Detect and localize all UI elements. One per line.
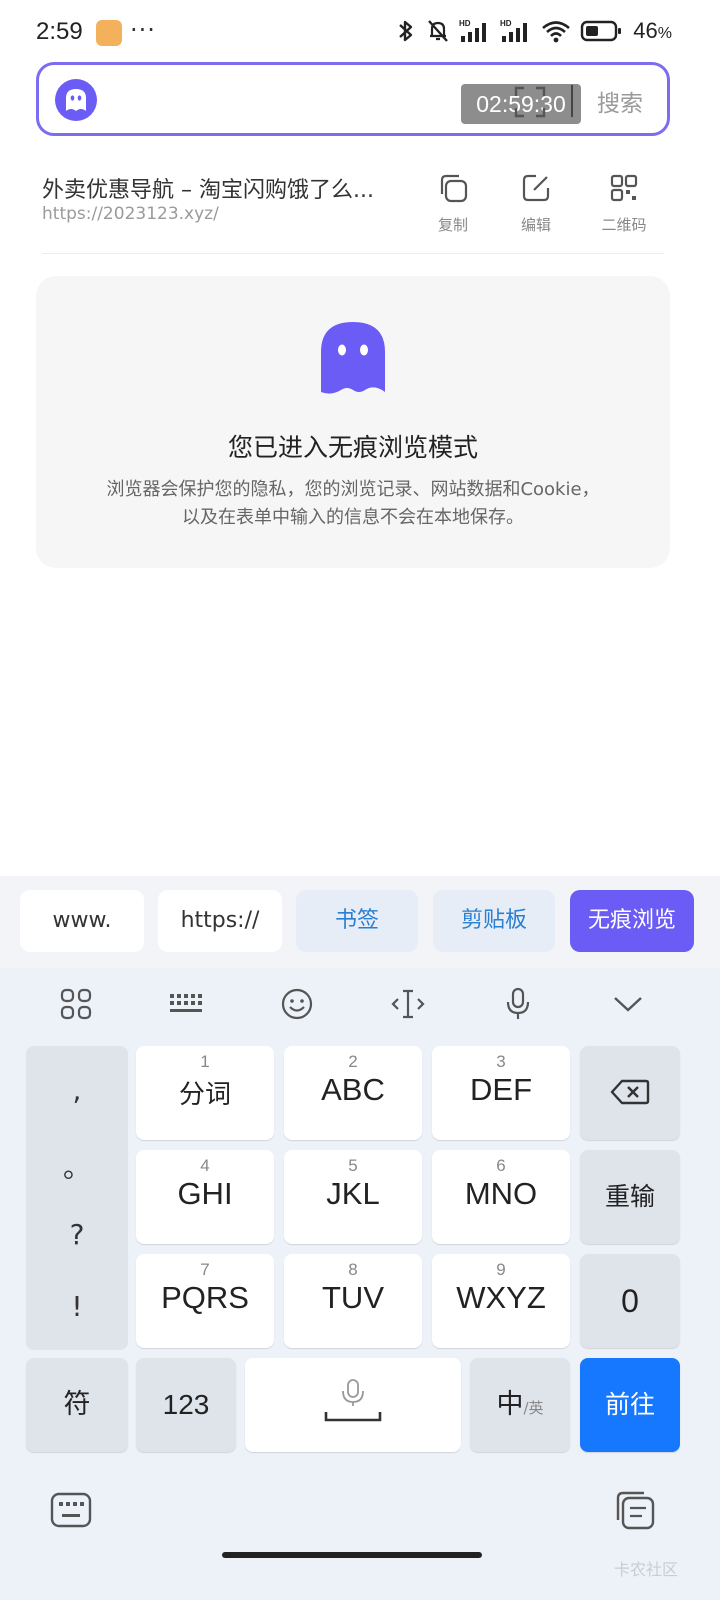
backspace-key[interactable] [580,1046,680,1140]
address-bar[interactable]: 02:59:30 搜索 [36,62,670,136]
qrcode-button[interactable]: 二维码 [589,172,659,235]
status-icons: HD HD 46% [395,18,672,44]
voice-input-icon[interactable] [498,984,538,1024]
watermark: 卡农社区 [614,1560,679,1579]
clipboard-suggestion[interactable]: 外卖优惠导航 – 淘宝闪购饿了么... https://2023123.xyz/… [42,166,664,254]
punct-comma[interactable]: , [26,1074,128,1107]
edit-icon [522,174,550,202]
copy-icon [440,174,468,203]
app-notification-icon [96,20,122,46]
emoji-icon[interactable] [277,984,317,1024]
numbers-key[interactable]: 123 [136,1358,236,1452]
space-key[interactable] [245,1358,461,1452]
wifi-icon [542,21,571,43]
battery-level: 46% [633,18,672,43]
apps-grid-icon[interactable] [56,984,96,1024]
qrcode-icon [610,174,638,202]
copy-label: 复制 [437,216,468,234]
incognito-info-card: 您已进入无痕浏览模式 浏览器会保护您的隐私，您的浏览记录、网站数据和Cookie… [36,276,670,568]
incognito-browse-button[interactable]: 无痕浏览 [570,890,694,952]
text-cursor [571,85,573,117]
quick-input-bar: www. https:// 书签 剪贴板 无痕浏览 [0,876,720,968]
signal-hd-icon-2: HD [500,19,528,42]
more-notifications-indicator: ··· [130,16,156,44]
clipboard-manager-icon[interactable] [614,1490,656,1530]
key-2-abc[interactable]: 2 ABC [284,1046,422,1140]
copy-button[interactable]: 复制 [423,172,483,235]
symbol-key[interactable]: 符 [26,1358,128,1452]
space-mic-icon [324,1379,382,1422]
scan-icon[interactable] [513,85,547,119]
svg-text:HD: HD [459,19,471,28]
key-6-mno[interactable]: 6 MNO [432,1150,570,1244]
signal-hd-icon: HD [459,19,487,42]
incognito-ghost-icon[interactable] [55,79,97,121]
svg-text:HD: HD [500,19,512,28]
go-key[interactable]: 前往 [580,1358,680,1452]
key-1-fenci[interactable]: 1 分词 [136,1046,274,1140]
suggestion-url[interactable]: https://2023123.xyz/ [42,204,219,224]
battery-icon [581,20,622,42]
edit-button[interactable]: 编辑 [506,172,566,235]
key-3-def[interactable]: 3 DEF [432,1046,570,1140]
quick-https-button[interactable]: https:// [158,890,282,952]
hide-keyboard-chevron-icon[interactable] [608,984,648,1024]
cursor-move-icon[interactable] [388,984,428,1024]
bluetooth-icon [399,20,413,42]
incognito-ghost-icon-large [321,322,385,394]
reinput-key[interactable]: 重输 [580,1150,680,1244]
punct-exclaim[interactable]: ! [26,1290,128,1323]
mute-bell-icon [428,20,449,42]
language-switch-key[interactable]: 中/英 [470,1358,570,1452]
key-8-tuv[interactable]: 8 TUV [284,1254,422,1348]
keyboard-switch-icon[interactable] [50,1492,92,1528]
punct-period[interactable]: 。 [26,1146,128,1186]
incognito-heading: 您已进入无痕浏览模式 [227,433,478,462]
status-time: 2:59 [36,18,83,45]
edit-label: 编辑 [520,216,551,234]
key-4-ghi[interactable]: 4 GHI [136,1150,274,1244]
punct-question[interactable]: ? [26,1218,128,1251]
keyboard-bottom-bar [0,1480,720,1600]
key-9-wxyz[interactable]: 9 WXYZ [432,1254,570,1348]
clipboard-button[interactable]: 剪贴板 [433,890,555,952]
keyboard-layout-icon[interactable] [166,984,206,1024]
key-7-pqrs[interactable]: 7 PQRS [136,1254,274,1348]
backspace-icon [610,1079,650,1105]
incognito-description: 浏览器会保护您的隐私，您的浏览记录、网站数据和Cookie， 以及在表单中输入的… [106,479,600,528]
suggestion-title[interactable]: 外卖优惠导航 – 淘宝闪购饿了么... [42,172,412,204]
qrcode-label: 二维码 [601,216,647,234]
quick-www-button[interactable]: www. [20,890,144,952]
zero-key[interactable]: 0 [580,1254,680,1348]
keyboard-toolbar [0,968,720,1046]
home-indicator[interactable] [222,1552,482,1558]
punctuation-column[interactable]: , 。 ? ! [26,1046,128,1350]
key-5-jkl[interactable]: 5 JKL [284,1150,422,1244]
status-bar: 2:59 ··· HD HD 46% [0,0,720,64]
search-button[interactable]: 搜索 [597,84,643,118]
bookmark-button[interactable]: 书签 [296,890,418,952]
